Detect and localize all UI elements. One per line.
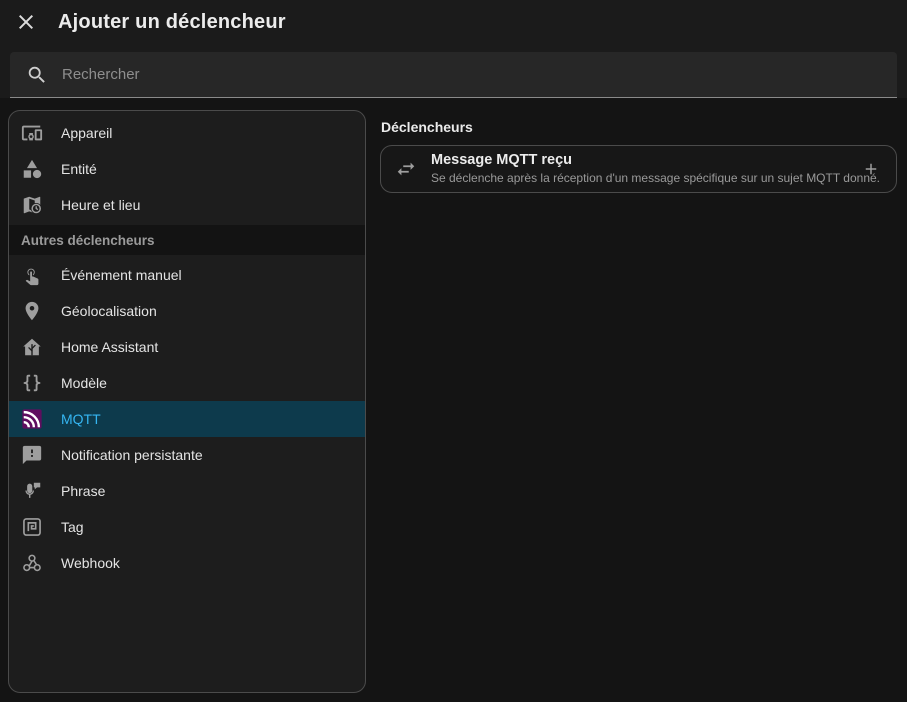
sidebar-item-label: Événement manuel <box>61 267 182 283</box>
swap-horizontal-icon <box>395 158 417 180</box>
sidebar-item-label: Notification persistante <box>61 447 203 463</box>
sidebar-item-tag[interactable]: Tag <box>9 509 365 545</box>
sidebar-item-label: Home Assistant <box>61 339 158 355</box>
dialog-content: Appareil Entité Heure et lieu Autres déclen… <box>0 98 907 702</box>
message-alert-icon <box>21 444 43 466</box>
sidebar-item-geolocalisation[interactable]: Géolocalisation <box>9 293 365 329</box>
gesture-tap-icon <box>21 264 43 286</box>
code-braces-icon <box>21 372 43 394</box>
trigger-card-text: Message MQTT reçu Se déclenche après la … <box>431 153 846 185</box>
sidebar-item-label: Webhook <box>61 555 120 571</box>
sidebar-item-webhook[interactable]: Webhook <box>9 545 365 581</box>
add-trigger-dialog: { "header": { "title": "Ajouter un décle… <box>0 0 907 702</box>
sidebar-item-heure-et-lieu[interactable]: Heure et lieu <box>9 187 365 223</box>
sidebar-item-appareil[interactable]: Appareil <box>9 115 365 151</box>
close-icon[interactable] <box>14 10 38 34</box>
sidebar-item-mqtt[interactable]: MQTT <box>9 401 365 437</box>
section-header-autres-declencheurs: Autres déclencheurs <box>9 225 365 255</box>
sidebar-item-evenement-manuel[interactable]: Événement manuel <box>9 257 365 293</box>
map-clock-icon <box>21 194 43 216</box>
webhook-icon <box>21 552 43 574</box>
sidebar-item-label: Appareil <box>61 125 112 141</box>
sidebar-item-label: Phrase <box>61 483 105 499</box>
sidebar-item-home-assistant[interactable]: Home Assistant <box>9 329 365 365</box>
trigger-card-title: Message MQTT reçu <box>431 153 846 169</box>
trigger-card-message-mqtt-recu[interactable]: Message MQTT reçu Se déclenche après la … <box>380 145 897 193</box>
devices-icon <box>21 122 43 144</box>
shape-icon <box>21 158 43 180</box>
dialog-title: Ajouter un déclencheur <box>58 11 286 34</box>
trigger-card-description: Se déclenche après la réception d'un mes… <box>431 171 846 185</box>
search-row <box>0 44 907 98</box>
sidebar-item-entite[interactable]: Entité <box>9 151 365 187</box>
sidebar-item-label: Heure et lieu <box>61 197 140 213</box>
trigger-category-list: Appareil Entité Heure et lieu Autres déclen… <box>8 110 366 693</box>
search-field[interactable] <box>10 52 897 98</box>
sidebar-item-notification-persistante[interactable]: Notification persistante <box>9 437 365 473</box>
microphone-message-icon <box>21 480 43 502</box>
sidebar-item-label: Géolocalisation <box>61 303 157 319</box>
magnify-icon <box>26 64 48 86</box>
search-input[interactable] <box>56 66 889 83</box>
sidebar-item-label: MQTT <box>61 411 101 427</box>
home-assistant-icon <box>21 336 43 358</box>
sidebar-item-label: Entité <box>61 161 97 177</box>
plus-icon[interactable] <box>860 158 882 180</box>
trigger-results-panel: Déclencheurs Message MQTT reçu Se déclen… <box>380 98 897 702</box>
nfc-tag-icon <box>21 516 43 538</box>
sidebar-item-label: Modèle <box>61 375 107 391</box>
sidebar-item-modele[interactable]: Modèle <box>9 365 365 401</box>
dialog-header: Ajouter un déclencheur <box>0 0 907 44</box>
results-heading: Déclencheurs <box>381 119 897 135</box>
mqtt-logo-icon <box>21 408 43 430</box>
sidebar-item-phrase[interactable]: Phrase <box>9 473 365 509</box>
map-marker-icon <box>21 300 43 322</box>
sidebar-item-label: Tag <box>61 519 84 535</box>
